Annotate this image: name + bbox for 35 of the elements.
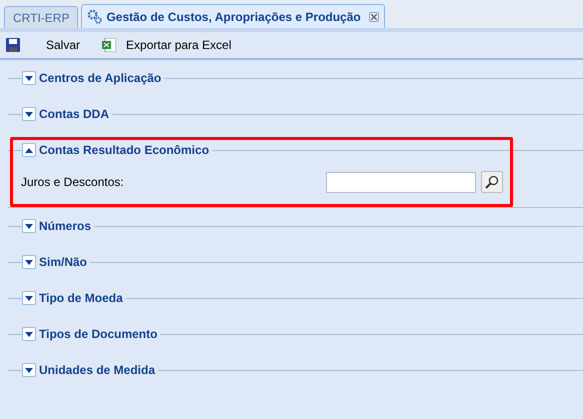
section-title: Tipo de Moeda: [38, 290, 124, 307]
section-title: Sim/Não: [38, 254, 88, 271]
section-title: Contas Resultado Econômico: [38, 142, 210, 159]
toggle-button[interactable]: [22, 71, 36, 85]
section-title: Contas DDA: [38, 106, 110, 123]
tab[interactable]: Gestão de Custos, Apropriações e Produção: [81, 4, 385, 28]
toggle-button[interactable]: [22, 327, 36, 341]
caret-down-icon: [25, 332, 33, 336]
caret-up-icon: [25, 148, 33, 152]
caret-down-icon: [25, 76, 33, 80]
export-button[interactable]: Exportar para Excel: [102, 36, 232, 54]
toggle-button[interactable]: [22, 255, 36, 269]
save-button[interactable]: Salvar: [6, 36, 80, 54]
section-title: Unidades de Medida: [38, 362, 156, 379]
field-label: Juros e Descontos:: [21, 174, 125, 191]
section-title: Números: [38, 218, 92, 235]
toggle-button[interactable]: [22, 107, 36, 121]
caret-down-icon: [25, 260, 33, 264]
caret-down-icon: [25, 224, 33, 228]
section-title: Tipos de Documento: [38, 326, 158, 343]
input-field[interactable]: [326, 172, 476, 192]
caret-down-icon: [25, 368, 33, 372]
tab[interactable]: CRTI-ERP: [4, 6, 78, 28]
section-title: Centros de Aplicação: [38, 70, 162, 87]
close-icon[interactable]: [368, 12, 379, 22]
search-icon: [485, 175, 499, 189]
search-button[interactable]: [481, 171, 503, 193]
toggle-button[interactable]: [22, 143, 36, 157]
toggle-button[interactable]: [22, 363, 36, 377]
toggle-button[interactable]: [22, 291, 36, 305]
spreadsheet-icon: [102, 38, 116, 52]
caret-down-icon: [25, 296, 33, 300]
caret-down-icon: [25, 112, 33, 116]
toggle-button[interactable]: [22, 219, 36, 233]
gears-icon: [87, 9, 102, 24]
